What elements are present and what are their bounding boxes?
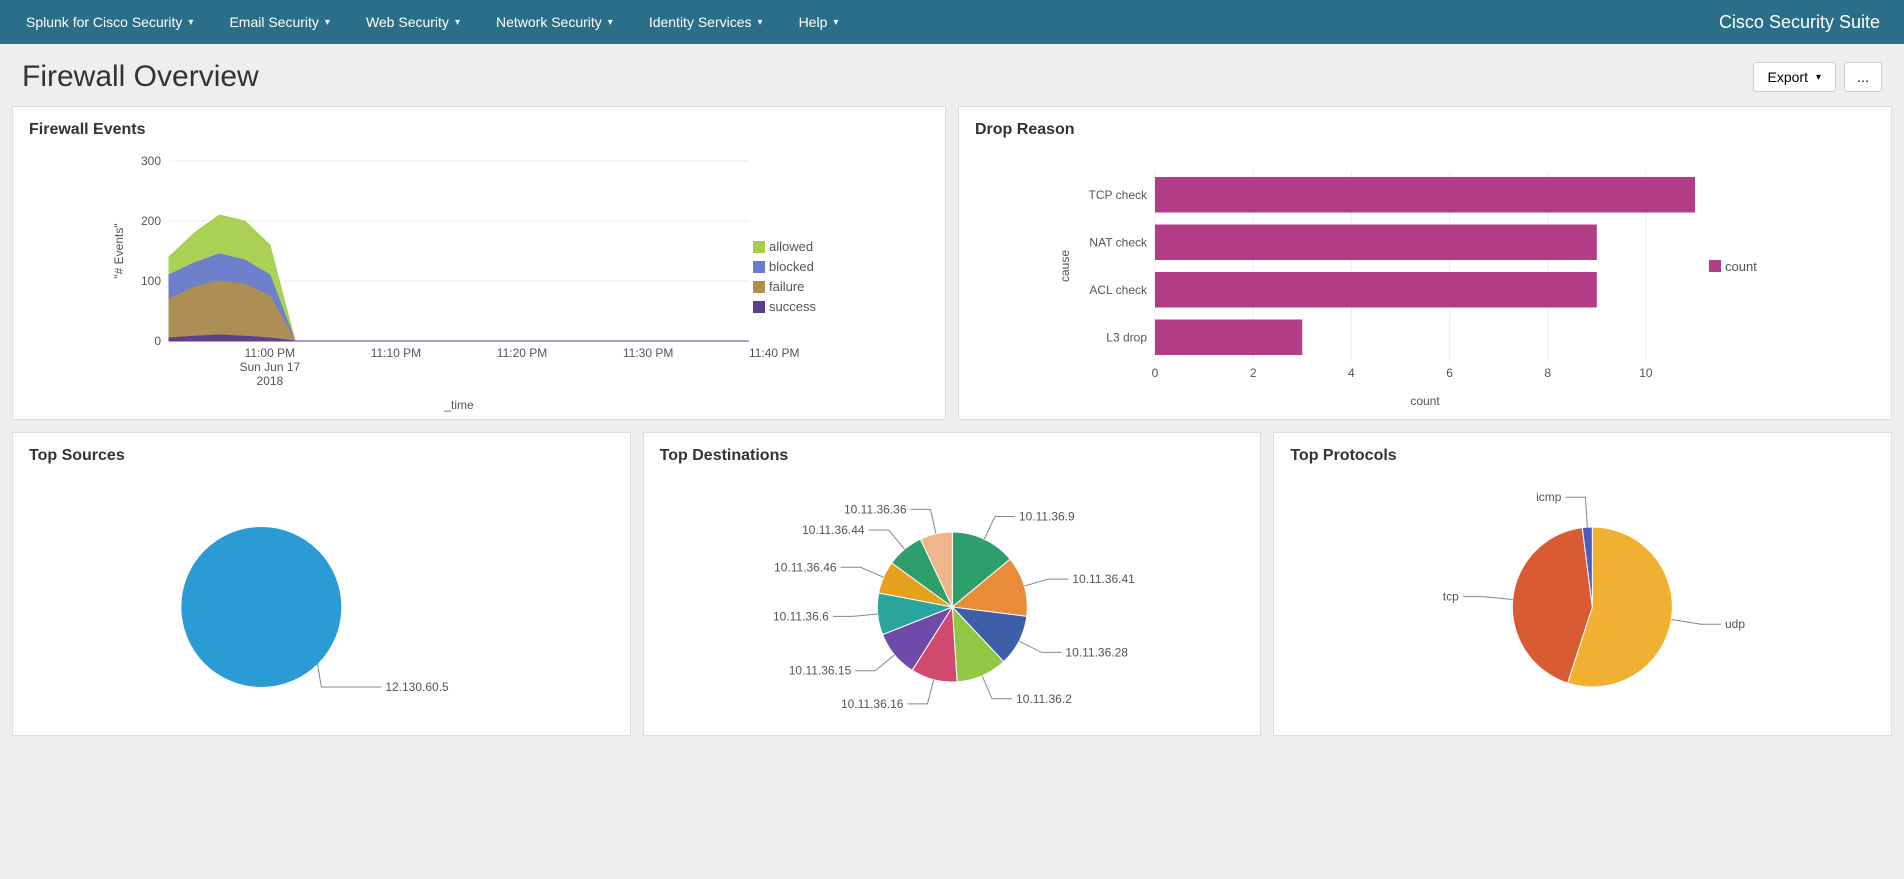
svg-text:failure: failure xyxy=(769,279,804,294)
svg-text:blocked: blocked xyxy=(769,259,814,274)
svg-text:12.130.60.5: 12.130.60.5 xyxy=(385,680,449,694)
nav-bar: Splunk for Cisco Security ▾ Email Securi… xyxy=(0,0,1904,44)
export-label: Export xyxy=(1768,69,1808,85)
panel-top-sources: Top Sources 12.130.60.5 xyxy=(12,432,631,736)
svg-text:6: 6 xyxy=(1446,366,1453,380)
svg-text:10: 10 xyxy=(1639,366,1653,380)
svg-text:100: 100 xyxy=(141,274,161,288)
svg-text:"# Events": "# Events" xyxy=(112,223,126,278)
chevron-down-icon: ▾ xyxy=(608,17,613,28)
nav-item-network-security[interactable]: Network Security ▾ xyxy=(478,0,631,44)
svg-text:tcp: tcp xyxy=(1443,590,1459,604)
svg-text:10.11.36.28: 10.11.36.28 xyxy=(1065,645,1128,659)
svg-text:2018: 2018 xyxy=(257,374,284,388)
svg-text:11:00 PM: 11:00 PM xyxy=(245,346,295,360)
panel-top-destinations: Top Destinations 10.11.36.910.11.36.4110… xyxy=(643,432,1262,736)
svg-text:success: success xyxy=(769,299,816,314)
page-title: Firewall Overview xyxy=(22,60,259,94)
nav-item-label: Network Security xyxy=(496,14,602,30)
nav-item-label: Identity Services xyxy=(649,14,752,30)
nav-item-label: Email Security xyxy=(229,14,318,30)
chart-top-sources[interactable]: 12.130.60.5 xyxy=(29,477,614,727)
area-chart[interactable]: 0 100 200 300 11:00 PMSun Jun 172018 11:10 PM… xyxy=(29,151,929,411)
svg-text:10.11.36.6: 10.11.36.6 xyxy=(773,609,829,623)
svg-text:11:20 PM: 11:20 PM xyxy=(497,346,547,360)
svg-text:udp: udp xyxy=(1725,617,1745,631)
svg-text:10.11.36.46: 10.11.36.46 xyxy=(774,560,837,574)
panel-firewall-events: Firewall Events 0 100 200 300 11:00 PMSun Ju… xyxy=(12,106,946,420)
nav-item-help[interactable]: Help ▾ xyxy=(781,0,857,44)
svg-text:TCP check: TCP check xyxy=(1089,188,1148,202)
nav-item-web-security[interactable]: Web Security ▾ xyxy=(348,0,478,44)
svg-text:_time: _time xyxy=(443,398,474,412)
svg-text:8: 8 xyxy=(1544,366,1551,380)
pie-chart[interactable]: 10.11.36.9 10.11.36.41 10.11.36.28 10.11.36… xyxy=(660,477,1245,727)
panel-drop-reason: Drop Reason 0 2 4 6 8 10 TCP check NAT check ACL… xyxy=(958,106,1892,420)
export-button[interactable]: Export ▾ xyxy=(1753,62,1837,92)
svg-text:300: 300 xyxy=(141,154,161,168)
panel-title: Top Protocols xyxy=(1290,447,1875,465)
chart-drop-reason[interactable]: 0 2 4 6 8 10 TCP check NAT check ACL check L3 dro… xyxy=(975,151,1875,411)
page-actions: Export ▾ ... xyxy=(1753,62,1883,92)
svg-text:NAT check: NAT check xyxy=(1089,235,1148,249)
svg-text:4: 4 xyxy=(1348,366,1355,380)
nav-item-label: Web Security xyxy=(366,14,449,30)
svg-text:L3 drop: L3 drop xyxy=(1106,330,1147,344)
svg-text:10.11.36.9: 10.11.36.9 xyxy=(1019,510,1075,524)
page-head: Firewall Overview Export ▾ ... xyxy=(0,44,1904,106)
dashboard-row-1: Firewall Events 010020030011:00 PMSun Ju… xyxy=(0,106,1904,432)
svg-text:count: count xyxy=(1410,394,1440,408)
panel-title: Drop Reason xyxy=(975,121,1875,139)
svg-text:10.11.36.16: 10.11.36.16 xyxy=(841,697,904,711)
chart-top-destinations[interactable]: 10.11.36.9 10.11.36.41 10.11.36.28 10.11.36… xyxy=(660,477,1245,727)
svg-text:ACL check: ACL check xyxy=(1089,283,1148,297)
chevron-down-icon: ▾ xyxy=(1816,72,1821,83)
svg-text:allowed: allowed xyxy=(769,239,813,254)
svg-text:11:10 PM: 11:10 PM xyxy=(371,346,421,360)
more-label: ... xyxy=(1857,69,1869,85)
svg-text:10.11.36.44: 10.11.36.44 xyxy=(802,523,865,537)
chevron-down-icon: ▾ xyxy=(758,17,763,28)
svg-text:count: count xyxy=(1725,259,1757,274)
svg-text:10.11.36.15: 10.11.36.15 xyxy=(788,664,851,678)
chevron-down-icon: ▾ xyxy=(455,17,460,28)
chart-firewall-events[interactable]: 0 100 200 300 11:00 PMSun Jun 172018 11:10 PM… xyxy=(29,151,929,411)
dashboard-row-2: Top Sources 12.130.60.5 Top Destinations… xyxy=(0,432,1904,748)
svg-text:Sun Jun 17: Sun Jun 17 xyxy=(240,360,301,374)
more-button[interactable]: ... xyxy=(1844,62,1882,92)
svg-text:2: 2 xyxy=(1250,366,1257,380)
chevron-down-icon: ▾ xyxy=(188,17,193,28)
svg-text:10.11.36.41: 10.11.36.41 xyxy=(1072,572,1135,586)
svg-text:11:30 PM: 11:30 PM xyxy=(623,346,673,360)
svg-text:icmp: icmp xyxy=(1536,490,1562,504)
nav-item-identity-services[interactable]: Identity Services ▾ xyxy=(631,0,781,44)
chart-top-protocols[interactable]: udp tcp icmp xyxy=(1290,477,1875,727)
chevron-down-icon: ▾ xyxy=(833,17,838,28)
svg-text:cause: cause xyxy=(1058,250,1072,282)
panel-top-protocols: Top Protocols udp tcp icmp xyxy=(1273,432,1892,736)
svg-text:200: 200 xyxy=(141,214,161,228)
panel-title: Firewall Events xyxy=(29,121,929,139)
panel-title: Top Sources xyxy=(29,447,614,465)
bar-chart[interactable]: 0 2 4 6 8 10 TCP check NAT check ACL check L3 dro… xyxy=(975,151,1875,411)
panel-title: Top Destinations xyxy=(660,447,1245,465)
nav-item-label: Help xyxy=(799,14,828,30)
svg-text:0: 0 xyxy=(154,334,161,348)
svg-text:0: 0 xyxy=(1152,366,1159,380)
svg-text:11:40 PM: 11:40 PM xyxy=(749,346,799,360)
pie-chart[interactable]: 12.130.60.5 xyxy=(29,477,614,727)
pie-chart[interactable]: udp tcp icmp xyxy=(1290,477,1875,727)
nav-item-splunk-cisco[interactable]: Splunk for Cisco Security ▾ xyxy=(8,0,211,44)
svg-text:10.11.36.2: 10.11.36.2 xyxy=(1016,692,1072,706)
nav-item-email-security[interactable]: Email Security ▾ xyxy=(211,0,348,44)
nav-items: Splunk for Cisco Security ▾ Email Securi… xyxy=(8,0,856,44)
svg-text:10.11.36.36: 10.11.36.36 xyxy=(844,502,907,516)
nav-item-label: Splunk for Cisco Security xyxy=(26,14,182,30)
nav-brand: Cisco Security Suite xyxy=(1719,12,1896,33)
chevron-down-icon: ▾ xyxy=(325,17,330,28)
